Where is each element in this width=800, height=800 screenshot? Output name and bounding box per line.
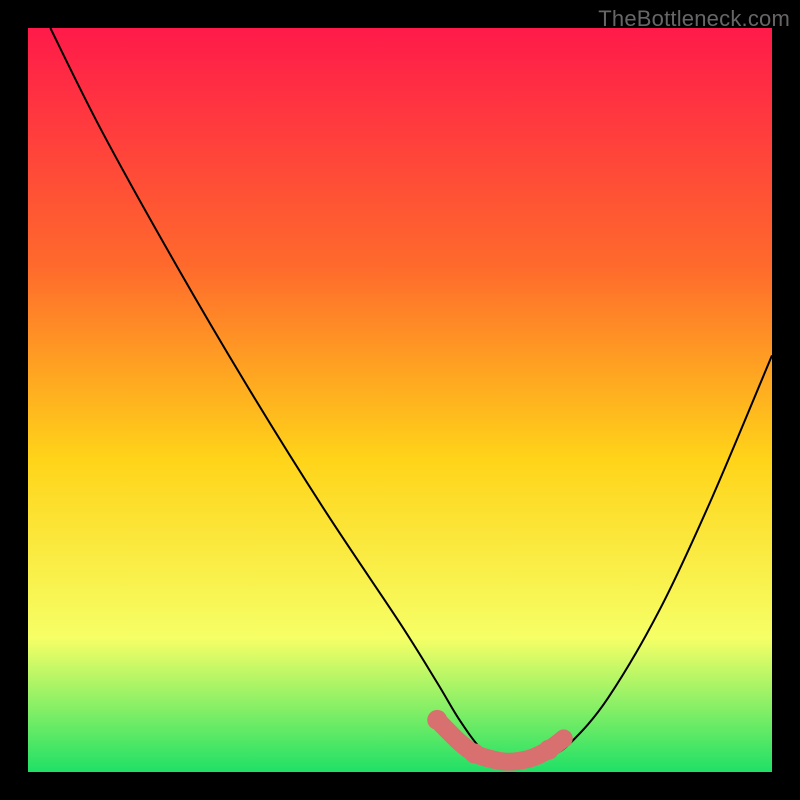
watermark-text: TheBottleneck.com bbox=[598, 6, 790, 32]
optimal-range-dot bbox=[464, 743, 484, 763]
bottleneck-chart bbox=[0, 0, 800, 800]
optimal-range-dot bbox=[427, 710, 447, 730]
optimal-range-dot bbox=[555, 730, 573, 748]
chart-container: TheBottleneck.com bbox=[0, 0, 800, 800]
gradient-plot-area bbox=[28, 28, 772, 772]
